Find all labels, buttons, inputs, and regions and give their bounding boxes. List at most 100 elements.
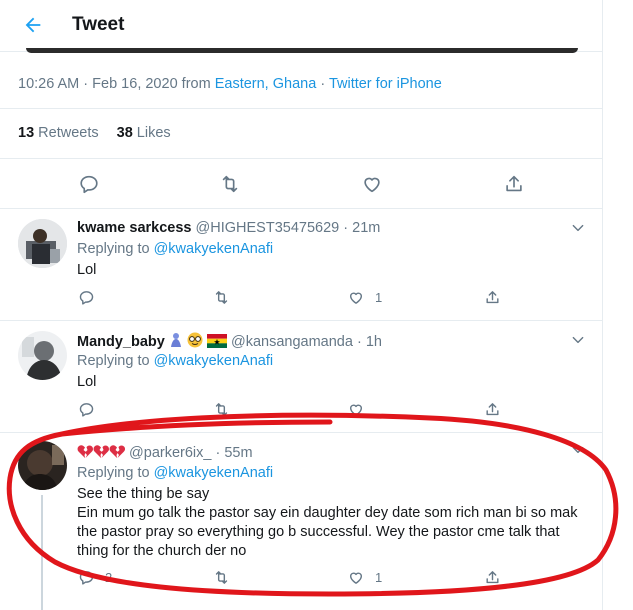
reply-time[interactable]: 1h [366,334,382,350]
replying-to-handle[interactable]: @kwakyekenAnafi [154,241,274,257]
avatar-image [18,441,67,490]
reply-text-line1: See the thing be say [77,486,210,502]
like-button[interactable]: 1 [347,569,382,586]
reply-tweet[interactable]: Mandy_baby @kansangamanda · 1h Replying … [0,321,603,431]
tweet-location[interactable]: Eastern, Ghana [215,76,317,92]
avatar[interactable] [18,441,67,490]
tweet-stats: 13 Retweets 38 Likes [18,125,189,141]
retweets-count: 13 [18,125,35,141]
retweet-button[interactable] [218,173,242,195]
reply-time[interactable]: 55m [224,445,252,461]
replying-to-handle[interactable]: @kwakyekenAnafi [154,353,274,369]
back-button[interactable] [20,12,46,38]
tweet-actions [0,170,603,200]
like-button[interactable] [361,173,383,195]
heart-icon [349,292,363,304]
avatar-image [18,331,67,380]
nerd-face-emoji-icon [187,332,203,352]
avatar[interactable] [18,331,67,380]
reply-header: Mandy_baby @kansangamanda · 1h [77,332,382,352]
reply-count: 2 [105,570,113,585]
retweet-icon [222,175,238,193]
replying-to: Replying to @kwakyekenAnafi [77,353,273,369]
replying-label: Replying to [77,465,150,481]
replying-to: Replying to @kwakyekenAnafi [77,465,273,481]
share-button[interactable] [503,173,525,195]
reply-display-name[interactable]: kwame sarkcess [77,220,192,236]
reply-header: kwame sarkcess @HIGHEST35475629 · 21m [77,220,380,236]
meta-separator: · [320,76,326,92]
retweet-button[interactable] [212,569,241,586]
retweet-icon [215,291,228,304]
divider [0,108,603,109]
reply-header: @parker6ix_ · 55m [77,444,253,463]
replying-label: Replying to [77,241,150,257]
like-button[interactable] [347,401,375,418]
share-icon [486,291,499,304]
dot-separator: · [356,334,362,350]
dot-separator: · [343,220,349,236]
tweet-time: 10:26 AM [18,76,80,92]
reply-time[interactable]: 21m [352,220,380,236]
tweet-media-edge [26,48,578,53]
reply-button[interactable] [78,401,105,418]
avatar[interactable] [18,219,67,268]
tweet-detail-panel: Tweet 10:26 AM · Feb 16, 2020 from Easte… [0,0,603,610]
reply-handle[interactable]: @kansangamanda [231,334,353,350]
ghana-flag-emoji-icon [206,334,227,352]
likes-stat[interactable]: 38 Likes [117,125,171,141]
likes-count: 38 [116,125,133,141]
reply-text-body: Ein mum go talk the pastor say ein daugh… [77,505,578,559]
reply-button[interactable] [78,289,105,306]
like-button[interactable]: 1 [347,289,382,306]
share-button[interactable] [484,569,501,586]
meta-separator: · [83,76,89,92]
right-gutter [604,0,633,610]
chevron-down-icon [572,336,584,344]
heart-icon [349,572,363,584]
reply-menu-button[interactable] [569,441,587,459]
share-button[interactable] [484,401,501,418]
tweet-meta: 10:26 AM · Feb 16, 2020 from Eastern, Gh… [18,76,442,92]
replying-to: Replying to @kwakyekenAnafi [77,241,273,257]
reply-menu-button[interactable] [569,331,587,349]
retweet-button[interactable] [212,401,241,418]
like-count: 1 [375,570,383,585]
reply-menu-button[interactable] [569,219,587,237]
retweet-button[interactable] [212,289,241,306]
page-header: Tweet [0,0,603,53]
reply-button[interactable]: 2 [78,569,112,586]
reply-icon [79,291,94,305]
tweet-date[interactable]: Feb 16, 2020 [92,76,177,92]
reply-button[interactable] [78,173,100,195]
replying-to-handle[interactable]: @kwakyekenAnafi [154,465,274,481]
like-count: 1 [375,290,383,305]
reply-icon [80,175,98,194]
reply-text: Lol [77,262,97,278]
tweet-source[interactable]: Twitter for iPhone [329,76,442,92]
reply-handle[interactable]: @parker6ix_ [129,445,211,461]
share-icon [486,571,499,584]
avatar-image [18,219,67,268]
replying-label: Replying to [77,353,150,369]
reply-handle[interactable]: @HIGHEST35475629 [196,220,340,236]
share-button[interactable] [484,289,501,306]
reply-text: Lol [77,374,97,390]
heart-icon [364,177,380,193]
broken-heart-icon [77,444,126,463]
retweets-label: Retweets [38,125,99,141]
share-icon [506,175,522,192]
chevron-down-icon [572,446,584,454]
reply-tweet[interactable]: @parker6ix_ · 55m Replying to @kwakyeken… [0,433,603,610]
reply-display-name[interactable]: Mandy_baby [77,334,165,350]
chevron-down-icon [572,224,584,232]
likes-label: Likes [136,125,171,141]
retweets-stat[interactable]: 13 Retweets [18,125,99,141]
arrow-left-icon [25,17,41,33]
reply-tweet[interactable]: kwame sarkcess @HIGHEST35475629 · 21m Re… [0,209,603,319]
tweet-from-label: from [181,76,211,92]
share-icon [486,403,499,416]
heart-icon [349,404,363,416]
retweet-icon [215,571,228,584]
reply-icon [79,403,94,417]
